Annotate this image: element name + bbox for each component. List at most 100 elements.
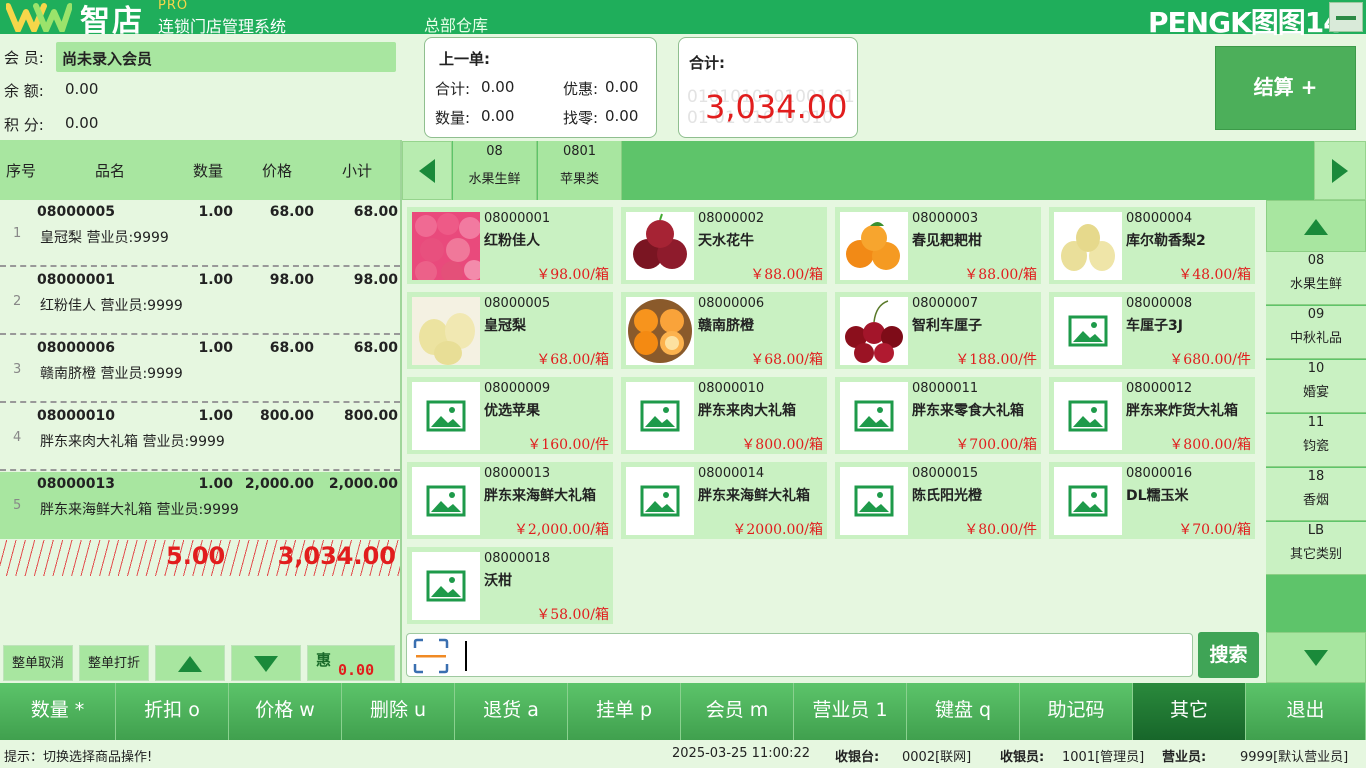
arrow-up-icon <box>178 656 202 672</box>
settle-button[interactable]: 结算 + <box>1215 46 1356 130</box>
product-price: ￥48.00/箱 <box>1178 267 1251 283</box>
minimize-button[interactable] <box>1329 2 1363 32</box>
product-code: 08000010 <box>698 381 765 396</box>
product-card[interactable]: 08000005 皇冠梨 ￥68.00/箱 <box>407 292 613 369</box>
function-button[interactable]: 数量 * <box>0 683 116 740</box>
member-panel: 会 员: 尚未录入会员 余 额: 0.00 积 分: 0.00 <box>0 34 400 140</box>
product-code: 08000016 <box>1126 466 1193 481</box>
function-button[interactable]: 删除 u <box>342 683 455 740</box>
move-up-button[interactable] <box>155 645 225 681</box>
product-card[interactable]: 08000006 赣南脐橙 ￥68.00/箱 <box>621 292 827 369</box>
category-prev-button[interactable] <box>402 141 452 200</box>
row-code: 08000006 <box>37 340 115 356</box>
category-next-button[interactable] <box>1314 141 1366 200</box>
function-button[interactable]: 助记码 <box>1020 683 1133 740</box>
side-category-wedding[interactable]: 10 婚宴 <box>1266 360 1366 413</box>
table-row[interactable]: 08000001 1.00 98.00 98.00 2 红粉佳人 营业员:999… <box>0 268 400 335</box>
side-category-name: 婚宴 <box>1302 385 1329 400</box>
product-card[interactable]: 08000018 沃柑 ￥58.00/箱 <box>407 547 613 624</box>
product-image <box>840 297 908 365</box>
table-row[interactable]: 08000005 1.00 68.00 68.00 1 皇冠梨 营业员:9999 <box>0 200 400 267</box>
table-row[interactable]: 08000006 1.00 68.00 68.00 3 赣南脐橙 营业员:999… <box>0 336 400 403</box>
product-card[interactable]: 08000010 胖东来肉大礼箱 ￥800.00/箱 <box>621 377 827 454</box>
function-button[interactable]: 键盘 q <box>907 683 1020 740</box>
product-code: 08000011 <box>912 381 979 396</box>
search-button[interactable]: 搜索 <box>1198 632 1259 678</box>
order-discount-button[interactable]: 整单打折 <box>79 645 149 681</box>
side-scroll-down-button[interactable] <box>1266 632 1366 683</box>
category-name: 水果生鲜 <box>468 172 521 187</box>
product-card[interactable]: 08000001 红粉佳人 ￥98.00/箱 <box>407 207 613 284</box>
member-field[interactable]: 尚未录入会员 <box>56 42 396 72</box>
product-code: 08000006 <box>698 296 765 311</box>
row-name: 皇冠梨 营业员:9999 <box>40 230 169 246</box>
product-card[interactable]: 08000009 优选苹果 ￥160.00/件 <box>407 377 613 454</box>
total-amount: 3,034.00 <box>277 542 396 570</box>
product-card[interactable]: 08000012 胖东来炸货大礼箱 ￥800.00/箱 <box>1049 377 1255 454</box>
function-button[interactable]: 营业员 1 <box>794 683 907 740</box>
function-button[interactable]: 退货 a <box>455 683 568 740</box>
row-price: 800.00 <box>259 408 314 424</box>
table-row[interactable]: 08000010 1.00 800.00 800.00 4 胖东来肉大礼箱 营业… <box>0 404 400 471</box>
product-name: 红粉佳人 <box>484 233 540 249</box>
row-subtotal: 800.00 <box>343 408 398 424</box>
product-code: 08000004 <box>1126 211 1193 226</box>
table-row-selected[interactable]: 08000013 1.00 2,000.00 2,000.00 5 胖东来海鲜大… <box>0 472 400 539</box>
points-value: 0.00 <box>65 114 99 132</box>
function-button[interactable]: 挂单 p <box>568 683 681 740</box>
product-card[interactable]: 08000008 车厘子3J ￥680.00/件 <box>1049 292 1255 369</box>
row-index: 5 <box>13 498 22 513</box>
arrow-down-icon <box>254 656 278 672</box>
function-button[interactable]: 价格 w <box>229 683 342 740</box>
product-name: 优选苹果 <box>484 403 540 419</box>
side-category-tobacco[interactable]: 18 香烟 <box>1266 468 1366 521</box>
product-name: 胖东来炸货大礼箱 <box>1126 403 1238 419</box>
product-name: 胖东来海鲜大礼箱 <box>484 488 596 504</box>
product-image <box>1054 467 1122 535</box>
tab-category-apple[interactable]: 0801 苹果类 <box>538 141 622 200</box>
register-label: 收银台: <box>835 750 880 765</box>
product-card[interactable]: 08000007 智利车厘子 ￥188.00/件 <box>835 292 1041 369</box>
cancel-order-button[interactable]: 整单取消 <box>3 645 73 681</box>
product-name: 赣南脐橙 <box>698 318 754 334</box>
product-code: 08000003 <box>912 211 979 226</box>
product-card[interactable]: 08000016 DL糯玉米 ￥70.00/箱 <box>1049 462 1255 539</box>
brand-logo: PENGK图图14 <box>1148 6 1343 39</box>
product-code: 08000018 <box>484 551 551 566</box>
last-change-value: 0.00 <box>605 107 639 125</box>
product-card[interactable]: 08000003 春见耙耙柑 ￥88.00/箱 <box>835 207 1041 284</box>
promo-button[interactable]: 惠 0.00 <box>307 645 395 681</box>
side-category-fruit[interactable]: 08 水果生鲜 <box>1266 252 1366 305</box>
arrow-right-icon <box>1332 159 1348 183</box>
product-card[interactable]: 08000002 天水花牛 ￥88.00/箱 <box>621 207 827 284</box>
row-price: 98.00 <box>269 272 314 288</box>
function-button[interactable]: 其它 <box>1133 683 1246 740</box>
search-input[interactable] <box>406 633 1193 677</box>
product-card[interactable]: 08000014 胖东来海鲜大礼箱 ￥2000.00/箱 <box>621 462 827 539</box>
function-button[interactable]: 退出 <box>1246 683 1366 740</box>
move-down-button[interactable] <box>231 645 301 681</box>
product-image <box>412 467 480 535</box>
product-card[interactable]: 08000011 胖东来零食大礼箱 ￥700.00/箱 <box>835 377 1041 454</box>
product-card[interactable]: 08000015 陈氏阳光橙 ￥80.00/件 <box>835 462 1041 539</box>
tab-category-fruit[interactable]: 08 水果生鲜 <box>453 141 537 200</box>
category-name: 苹果类 <box>559 172 599 187</box>
product-price: ￥800.00/箱 <box>741 437 823 453</box>
product-card[interactable]: 08000013 胖东来海鲜大礼箱 ￥2,000.00/箱 <box>407 462 613 539</box>
function-button[interactable]: 折扣 o <box>116 683 229 740</box>
side-category-porcelain[interactable]: 11 钧瓷 <box>1266 414 1366 467</box>
scan-icon <box>413 638 449 674</box>
function-button[interactable]: 会员 m <box>681 683 794 740</box>
member-label: 会 员: <box>4 49 44 67</box>
product-image <box>626 382 694 450</box>
product-image <box>412 552 480 620</box>
category-code: 0801 <box>562 144 597 159</box>
product-name: 胖东来肉大礼箱 <box>698 403 796 419</box>
product-code: 08000007 <box>912 296 979 311</box>
product-price: ￥800.00/箱 <box>1169 437 1251 453</box>
side-category-other[interactable]: LB 其它类别 <box>1266 522 1366 575</box>
side-scroll-up-button[interactable] <box>1266 200 1366 252</box>
product-card[interactable]: 08000004 库尔勒香梨2 ￥48.00/箱 <box>1049 207 1255 284</box>
side-category-mid-autumn[interactable]: 09 中秋礼品 <box>1266 306 1366 359</box>
side-category-panel: 08 水果生鲜 09 中秋礼品 10 婚宴 11 钧瓷 18 香烟 LB 其它类别 <box>1266 200 1366 683</box>
